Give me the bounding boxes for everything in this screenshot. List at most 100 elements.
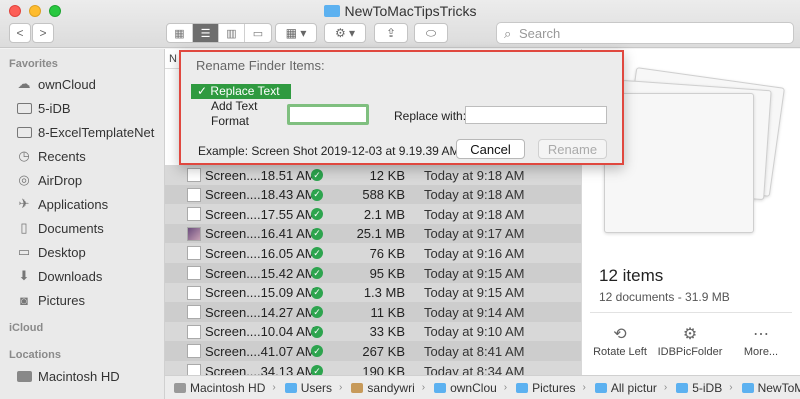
sidebar-item-label: Recents: [38, 148, 86, 164]
gallery-view-button[interactable]: ▭: [245, 24, 271, 42]
sidebar-item-8-exceltemplatenet[interactable]: 8-ExcelTemplateNet: [16, 121, 154, 143]
download-icon: ⬇: [18, 268, 30, 283]
path-crumb[interactable]: Users ›: [276, 381, 342, 395]
sidebar-item-macintosh-hd[interactable]: Macintosh HD: [16, 365, 120, 387]
file-thumbnail-icon: [187, 324, 201, 339]
path-crumb[interactable]: All pictur ›: [586, 381, 667, 395]
file-row[interactable]: Screen....14.27 AM ✓ 11 KB Today at 9:14 AM: [165, 302, 581, 323]
back-button[interactable]: <: [9, 23, 31, 43]
file-thumbnail-icon: [187, 266, 201, 280]
sidebar-item-5-idb[interactable]: 5-iDB: [16, 97, 71, 119]
file-date: Today at 9:15 AM: [424, 285, 525, 301]
search-field[interactable]: ⌕ Search: [496, 22, 794, 44]
crumb-label: All pictur: [610, 380, 657, 395]
file-size: 76 KB: [369, 245, 405, 261]
file-date: Today at 9:14 AM: [424, 304, 525, 320]
action-label: IDBPicFolder: [657, 346, 723, 358]
file-row[interactable]: Screen....10.04 AM ✓ 33 KB Today at 9:10 AM: [165, 321, 581, 342]
sidebar-item-label: Downloads: [38, 268, 103, 284]
menu-item-add-text[interactable]: Add Text: [191, 99, 291, 114]
file-row[interactable]: Screen....17.55 AM ✓ 2.1 MB Today at 9:18 A…: [165, 204, 581, 225]
file-size: 25.1 MB: [356, 226, 405, 242]
file-row[interactable]: Screen....16.41 AM ✓ 25.1 MB Today at 9:17 …: [165, 223, 581, 244]
window-title-text: NewToMacTipsTricks: [344, 3, 477, 19]
folder-icon: [323, 5, 340, 17]
file-row[interactable]: Screen....18.51 AM ✓ 12 KB Today at 9:18 AM: [165, 165, 581, 185]
file-row[interactable]: Screen....18.43 AM ✓ 588 KB Today at 9:18 A…: [165, 184, 581, 205]
find-field[interactable]: [287, 104, 369, 125]
file-thumbnail-icon: [187, 305, 201, 320]
file-row[interactable]: Screen....15.42 AM ✓ 95 KB Today at 9:15 AM: [165, 263, 581, 283]
folder-icon: [284, 382, 297, 393]
file-thumbnail-icon: [187, 226, 201, 241]
checkmark-icon: ✓: [197, 84, 208, 98]
file-size: 588 KB: [362, 187, 405, 203]
menu-item-replace-text[interactable]: ✓ Replace Text: [191, 84, 291, 99]
crumb-label: NewToMacTipsTricks: [757, 380, 800, 395]
file-row[interactable]: Screen....15.09 AM ✓ 1.3 MB Today at 9:15 A…: [165, 282, 581, 303]
file-thumbnail-icon: [187, 285, 201, 300]
sidebar-item-pictures[interactable]: ◙ Pictures: [16, 289, 85, 311]
file-name: Screen....18.43 AM: [205, 187, 316, 203]
share-button[interactable]: ⇪: [374, 23, 408, 43]
path-crumb[interactable]: 5-iDB ›: [667, 381, 733, 395]
file-name: Screen....17.55 AM: [205, 206, 316, 222]
sidebar-item-documents[interactable]: ▯ Documents: [16, 217, 103, 239]
folder-icon: [516, 382, 529, 393]
group-button[interactable]: ▦ ▾: [275, 23, 317, 43]
file-row[interactable]: Screen....41.07 AM ✓ 267 KB Today at 8:41 A…: [165, 341, 581, 362]
search-placeholder: Search: [519, 26, 561, 41]
synced-check-icon: ✓: [311, 208, 323, 221]
sidebar-item-label: Macintosh HD: [38, 368, 120, 384]
column-view-button[interactable]: ▥: [219, 24, 245, 42]
sidebar-item-label: Pictures: [38, 292, 85, 308]
replace-with-field[interactable]: [465, 106, 607, 124]
path-crumb[interactable]: Pictures ›: [507, 381, 586, 395]
sidebar-item-applications[interactable]: ✈ Applications: [16, 193, 109, 215]
forward-button[interactable]: >: [32, 23, 54, 43]
example-filename: Example: Screen Shot 2019-12-03 at 9.19.…: [198, 144, 483, 158]
more-icon: ⋯: [753, 326, 769, 343]
file-row[interactable]: Screen....16.05 AM ✓ 76 KB Today at 9:16 AM: [165, 243, 581, 264]
sidebar-item-downloads[interactable]: ⬇ Downloads: [16, 265, 103, 287]
path-crumb[interactable]: Macintosh HD ›: [165, 381, 276, 395]
locations-heading: Locations: [9, 349, 61, 361]
file-size: 12 KB: [369, 167, 405, 183]
list-view-button[interactable]: ☰: [193, 24, 219, 42]
file-thumbnail-icon: [187, 246, 201, 261]
sidebar-item-desktop[interactable]: ▭ Desktop: [16, 241, 86, 263]
rotate-left-action[interactable]: ⟲ Rotate Left: [584, 324, 656, 358]
synced-check-icon: ✓: [311, 325, 323, 338]
home-icon: [351, 382, 364, 393]
icon-view-button[interactable]: ▦: [167, 24, 193, 42]
tags-button[interactable]: ⬭: [414, 23, 448, 43]
rename-mode-menu[interactable]: ✓ Replace Text Add Text Format: [191, 82, 291, 130]
sidebar-item-owncloud[interactable]: ☁ ownCloud: [16, 73, 96, 95]
file-name: Screen....10.04 AM: [205, 324, 316, 340]
path-crumb[interactable]: NewToMacTipsTricks: [733, 381, 800, 395]
sidebar-item-label: 8-ExcelTemplateNet: [38, 124, 155, 140]
sidebar-item-recents[interactable]: ◷ Recents: [16, 145, 86, 167]
menu-item-format[interactable]: Format: [191, 114, 291, 129]
disk-icon: [16, 369, 32, 383]
sidebar-item-airdrop[interactable]: ◎ AirDrop: [16, 169, 82, 191]
synced-check-icon: ✓: [311, 345, 323, 358]
action-button[interactable]: ⚙ ▾: [324, 23, 366, 43]
idbpicfolder-action[interactable]: ⚙ IDBPicFolder: [654, 324, 726, 358]
disk-icon: [174, 382, 186, 393]
synced-check-icon: ✓: [311, 286, 323, 299]
more-action[interactable]: ⋯ More...: [725, 324, 797, 358]
cancel-button[interactable]: Cancel: [456, 139, 525, 159]
path-crumb[interactable]: sandywri ›: [342, 381, 425, 395]
synced-check-icon: ✓: [311, 306, 323, 319]
forward-icon: >: [39, 26, 47, 40]
folder-icon: [16, 101, 32, 115]
rename-button[interactable]: Rename: [538, 139, 607, 159]
name-column-header[interactable]: N: [169, 53, 177, 65]
synced-check-icon: ✓: [311, 169, 323, 181]
item-summary: 12 documents - 31.9 MB: [599, 290, 730, 304]
view-mode-control[interactable]: ▦ ☰ ▥ ▭: [166, 23, 272, 43]
synced-check-icon: ✓: [311, 247, 323, 260]
path-crumb[interactable]: ownClou ›: [425, 381, 507, 395]
folder-icon: [434, 382, 447, 393]
